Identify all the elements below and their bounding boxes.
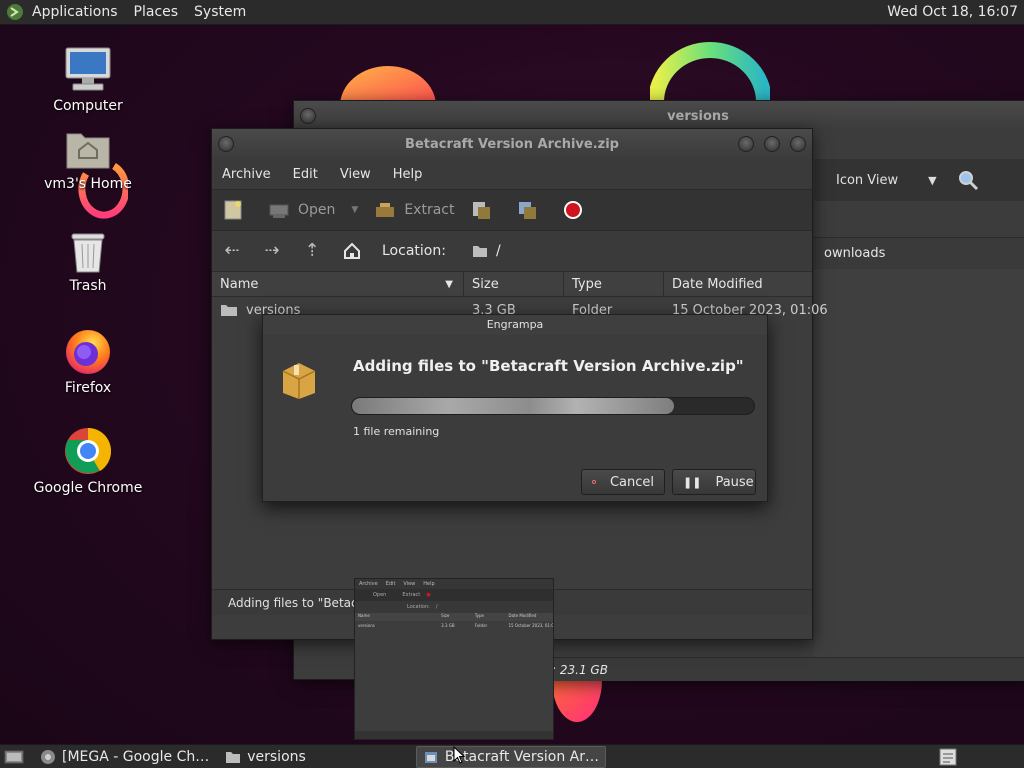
folder-icon xyxy=(226,751,241,763)
extract-button[interactable]: Extract xyxy=(374,199,454,221)
close-button[interactable] xyxy=(790,136,806,152)
archive-window-title: Betacraft Version Archive.zip xyxy=(405,136,619,152)
file-list-header: Name ▼ Size Type Date Modified xyxy=(212,271,812,298)
home-folder-icon xyxy=(66,133,110,169)
column-header-size[interactable]: Size xyxy=(464,272,564,298)
open-button[interactable]: Open ▼ xyxy=(268,199,358,221)
taskbar-item-chrome[interactable]: [MEGA - Google Ch… xyxy=(34,746,215,768)
column-header-date[interactable]: Date Modified xyxy=(664,272,812,298)
view-mode-select[interactable]: Icon View xyxy=(836,173,898,188)
stop-icon xyxy=(564,201,583,219)
versions-statusbar: : 23.1 GB xyxy=(552,657,1024,681)
bottom-panel: [MEGA - Google Ch… versions Betacraft Ve… xyxy=(0,744,1024,768)
versions-content-area[interactable] xyxy=(814,269,1024,659)
free-space-label: : 23.1 GB xyxy=(552,662,608,677)
chevron-down-icon[interactable]: ▼ xyxy=(928,174,936,187)
home-icon[interactable] xyxy=(342,241,362,261)
progress-fill xyxy=(352,398,674,414)
versions-view-toolbar: Icon View ▼ xyxy=(814,159,1024,201)
versions-location-bar: ownloads xyxy=(814,237,1024,269)
system-menu[interactable]: System xyxy=(194,4,246,20)
archive-icon xyxy=(424,751,437,763)
cancel-icon xyxy=(592,480,596,484)
top-panel: Applications Places System Wed Oct 18, 1… xyxy=(0,0,1024,25)
trash-icon xyxy=(71,233,105,273)
window-thumbnail-preview[interactable]: Archive Edit View Help Open Extract ● Lo… xyxy=(354,578,554,740)
location-value: / xyxy=(495,243,501,259)
pause-icon: ❚❚ xyxy=(683,475,702,489)
menu-help[interactable]: Help xyxy=(393,167,423,182)
taskbar-item-archive[interactable]: Betacraft Version Ar… xyxy=(415,745,607,768)
open-dropdown-icon[interactable]: ▼ xyxy=(351,205,358,215)
archive-menubar: Archive Edit View Help xyxy=(212,159,812,189)
mate-logo-icon[interactable] xyxy=(6,3,24,21)
cancel-button[interactable]: Cancel xyxy=(581,469,665,495)
show-desktop-icon[interactable] xyxy=(4,748,24,766)
package-icon xyxy=(282,363,316,399)
firefox-icon xyxy=(66,330,110,374)
add-files-button[interactable] xyxy=(470,199,500,221)
desktop-icon-chrome[interactable]: Google Chrome xyxy=(28,426,148,496)
versions-window-title: versions xyxy=(667,108,729,124)
up-icon[interactable]: ⇡ xyxy=(302,241,322,261)
dialog-title: Engrampa xyxy=(263,315,767,335)
location-label: Location: xyxy=(382,243,446,259)
taskbar-item-versions[interactable]: versions xyxy=(219,746,312,768)
stop-icon: ● xyxy=(426,592,431,598)
add-files-icon xyxy=(473,202,491,219)
clock[interactable]: Wed Oct 18, 16:07 xyxy=(887,4,1018,20)
archive-menu-button[interactable] xyxy=(218,136,234,152)
open-label: Open xyxy=(298,202,336,218)
menu-view[interactable]: View xyxy=(340,167,371,182)
add-folder-button[interactable] xyxy=(516,199,546,221)
stop-button[interactable] xyxy=(562,199,592,221)
versions-menu-button[interactable] xyxy=(300,108,316,124)
chrome-icon xyxy=(65,428,112,474)
progress-bar xyxy=(351,397,755,415)
applications-menu[interactable]: Applications xyxy=(32,4,118,20)
mouse-cursor-icon xyxy=(453,746,465,764)
workspace-switcher-icon[interactable] xyxy=(938,748,958,766)
search-icon[interactable] xyxy=(957,169,979,191)
dialog-heading: Adding files to "Betacraft Version Archi… xyxy=(353,357,744,375)
remaining-label: 1 file remaining xyxy=(353,425,440,438)
desktop-icon-computer[interactable]: Computer xyxy=(28,44,148,114)
archive-toolbar: Open ▼ Extract xyxy=(212,189,812,231)
open-icon xyxy=(269,204,289,218)
versions-titlebar[interactable]: versions xyxy=(294,101,1024,131)
back-icon[interactable]: ⇠ xyxy=(222,241,242,261)
forward-icon[interactable]: ⇢ xyxy=(262,241,282,261)
folder-icon xyxy=(221,305,237,316)
view-icon xyxy=(824,170,826,190)
minimize-button[interactable] xyxy=(738,136,754,152)
location-crumb-downloads[interactable]: ownloads xyxy=(824,246,885,261)
extract-label: Extract xyxy=(404,202,455,218)
maximize-button[interactable] xyxy=(764,136,780,152)
column-header-type[interactable]: Type xyxy=(564,272,664,298)
progress-dialog[interactable]: Engrampa Adding files to "Betacraft Vers… xyxy=(262,314,768,502)
desktop-icon-trash[interactable]: Trash xyxy=(28,228,148,294)
new-archive-button[interactable] xyxy=(222,199,252,221)
chrome-icon xyxy=(41,749,55,764)
places-menu[interactable]: Places xyxy=(134,4,179,20)
location-field[interactable]: / xyxy=(472,243,501,259)
add-folder-icon xyxy=(519,202,537,219)
sort-down-icon: ▼ xyxy=(445,279,453,290)
menu-archive[interactable]: Archive xyxy=(222,167,271,182)
archive-location-bar: ⇠ ⇢ ⇡ Location: / xyxy=(212,231,812,271)
archive-titlebar[interactable]: Betacraft Version Archive.zip xyxy=(212,129,812,159)
wallpaper-pink-blob xyxy=(552,680,602,722)
desktop-icon-firefox[interactable]: Firefox xyxy=(28,326,148,396)
new-archive-icon xyxy=(224,200,242,220)
extract-icon xyxy=(376,203,395,217)
wallpaper-green-ring xyxy=(650,42,770,102)
folder-icon xyxy=(472,246,487,257)
computer-icon xyxy=(65,47,111,91)
column-header-name[interactable]: Name ▼ xyxy=(212,272,464,298)
desktop-icon-home[interactable]: vm3's Home xyxy=(28,128,148,192)
menu-edit[interactable]: Edit xyxy=(293,167,318,182)
pause-button[interactable]: ❚❚ Pause xyxy=(672,469,756,495)
